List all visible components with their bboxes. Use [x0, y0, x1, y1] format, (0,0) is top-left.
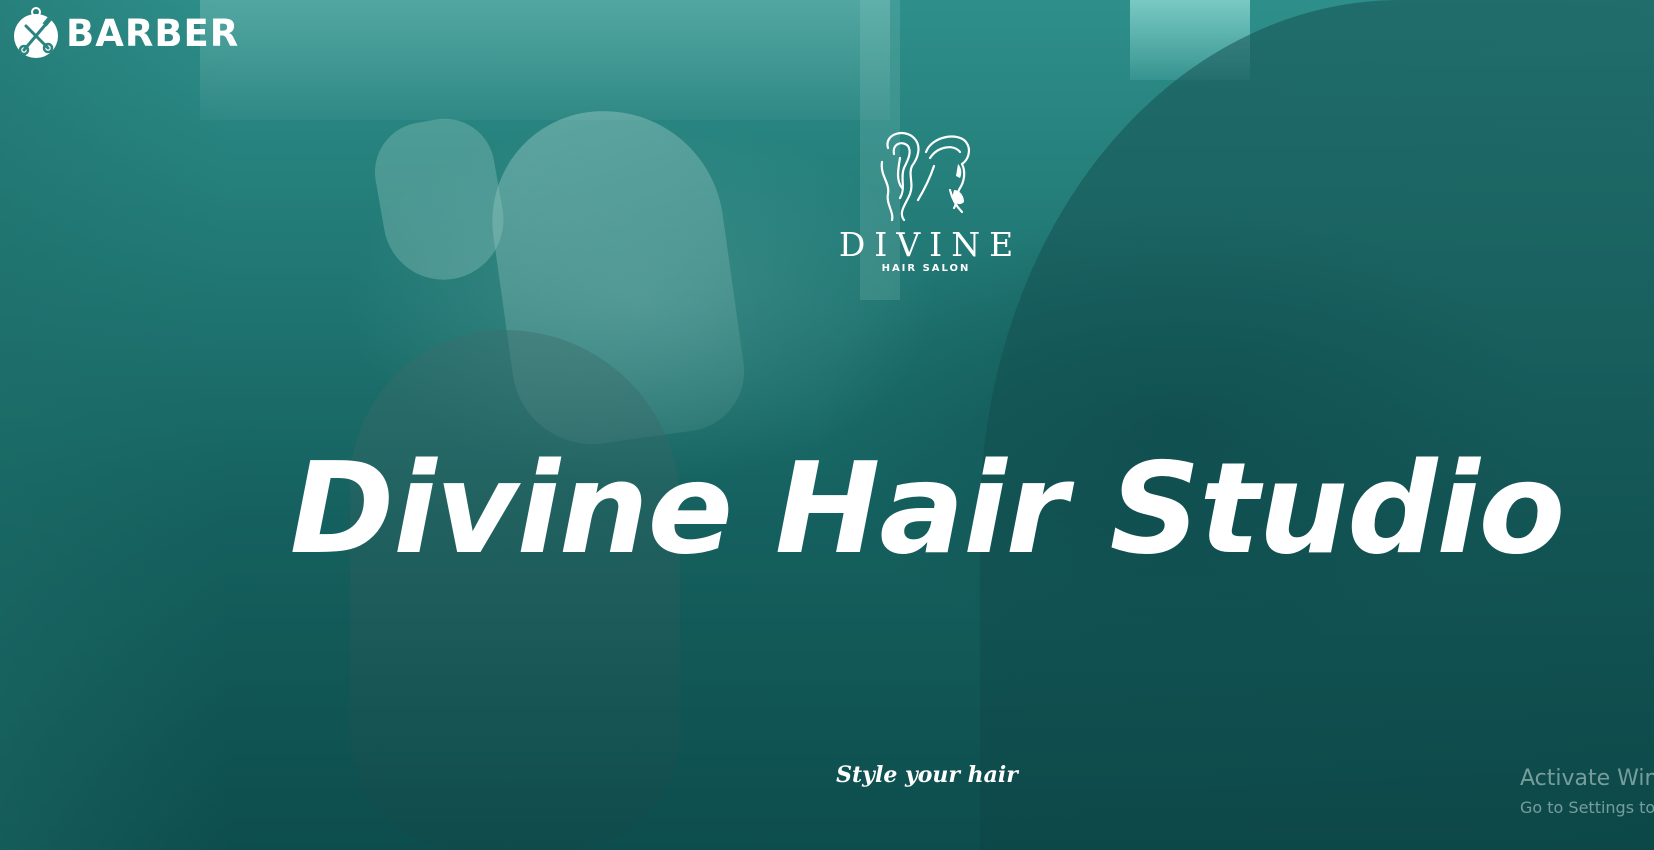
salon-tagline: HAIR SALON [881, 263, 971, 274]
background-barber-shoulder [980, 0, 1654, 850]
background-light [1130, 0, 1250, 80]
activation-watermark: Activate Win Go to Settings to [1520, 766, 1654, 817]
background-vignette [0, 0, 230, 850]
hair-silhouette-logo [880, 131, 971, 222]
watermark-subtitle: Go to Settings to [1520, 798, 1654, 818]
hero-subtitle: Style your hair [836, 762, 1018, 788]
salon-logo: DIVINE HAIR SALON [826, 128, 1026, 274]
background-barber-arm [478, 95, 752, 455]
background-barber-hand [367, 110, 513, 290]
watermark-title: Activate Win [1520, 766, 1654, 791]
scissors-comb-icon [14, 7, 58, 58]
brand-logo-link[interactable]: BARBER [12, 6, 239, 60]
salon-name: DIVINE [838, 225, 1023, 264]
hero-title: Divine Hair Studio [289, 435, 1565, 582]
background-window [200, 0, 890, 120]
brand-name: BARBER [66, 11, 240, 55]
hero-section: BARBER DIVINE HAIR SALON Divine Hair Stu… [0, 0, 1654, 850]
